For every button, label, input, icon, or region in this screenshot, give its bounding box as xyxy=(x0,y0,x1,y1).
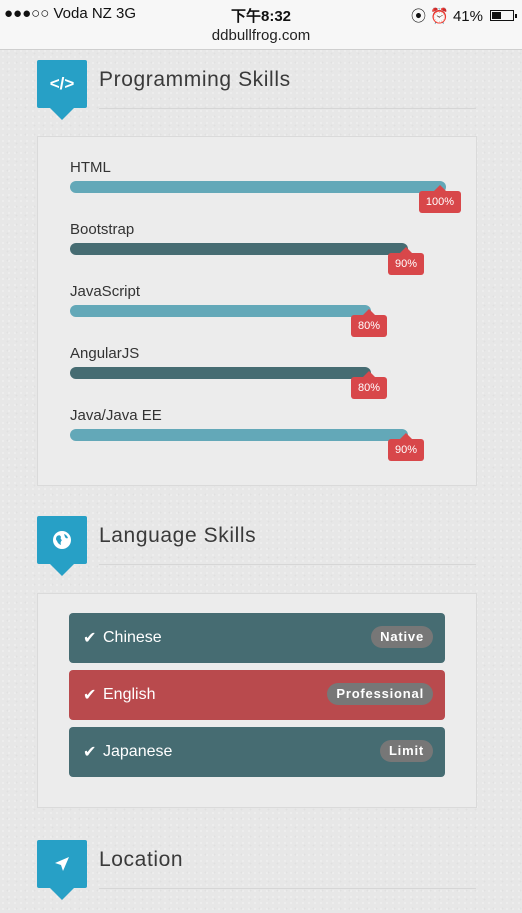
skill-progress-fill xyxy=(70,429,408,441)
globe-icon xyxy=(37,516,87,576)
skill-label: HTML xyxy=(70,159,111,176)
language-level-badge: Native xyxy=(371,626,433,648)
skill-progress-bar: 90% xyxy=(70,243,446,275)
language-level-badge: Professional xyxy=(327,683,433,705)
location-header: Location xyxy=(0,840,522,910)
status-bar: ●●●○○ Voda NZ 3G 下午8:32 ⦿ ⏰ 41% ddbullfr… xyxy=(0,0,522,50)
skill-percent-badge: 80% xyxy=(351,371,387,399)
skill-progress-fill xyxy=(70,305,371,317)
skill-progress-bar: 100% xyxy=(70,181,461,213)
programming-skills-panel: HTML 100% Bootstrap 90% JavaScript 80% Angular… xyxy=(37,136,477,486)
language-item-chinese: ✔ Chinese Native xyxy=(69,613,445,663)
skill-percent-badge: 100% xyxy=(419,185,461,213)
battery-icon xyxy=(490,10,517,21)
check-icon: ✔ xyxy=(83,630,97,647)
language-name: Japanese xyxy=(103,743,173,760)
language-level-badge: Limit xyxy=(379,740,433,762)
skill-label: AngularJS xyxy=(70,345,140,362)
location-arrow-icon xyxy=(37,840,87,900)
language-skills-panel: ✔ Chinese Native ✔ English Professional ✔ Japan… xyxy=(37,593,477,808)
skill-progress-fill xyxy=(70,243,408,255)
language-name: Chinese xyxy=(103,629,162,646)
divider xyxy=(99,888,476,889)
status-icons-text: ⦿ ⏰ 41% xyxy=(410,8,483,25)
code-icon: </> xyxy=(37,60,87,120)
skill-percent-badge: 90% xyxy=(388,433,424,461)
language-item-english: ✔ English Professional xyxy=(69,670,445,720)
check-icon: ✔ xyxy=(83,744,97,761)
skill-progress-bar: 80% xyxy=(70,367,446,399)
url-label[interactable]: ddbullfrog.com xyxy=(0,27,522,44)
skill-progress-fill xyxy=(70,181,446,193)
skill-percent-badge: 80% xyxy=(351,309,387,337)
section-title: Programming Skills xyxy=(99,68,291,91)
programming-skills-header: </> Programming Skills xyxy=(0,60,522,130)
section-title: Language Skills xyxy=(99,524,257,547)
language-item-japanese: ✔ Japanese Limit xyxy=(69,727,445,777)
language-name: English xyxy=(103,686,156,703)
skill-progress-fill xyxy=(70,367,371,379)
status-icons: ⦿ ⏰ 41% xyxy=(410,5,517,26)
skill-progress-bar: 90% xyxy=(70,429,446,461)
skill-label: JavaScript xyxy=(70,283,141,300)
skill-percent-badge: 90% xyxy=(388,247,424,275)
divider xyxy=(99,108,476,109)
section-title: Location xyxy=(99,848,184,871)
language-skills-header: Language Skills xyxy=(0,516,522,586)
skill-label: Java/Java EE xyxy=(70,407,162,424)
skill-label: Bootstrap xyxy=(70,221,135,238)
skill-progress-bar: 80% xyxy=(70,305,446,337)
check-icon: ✔ xyxy=(83,687,97,704)
divider xyxy=(99,564,476,565)
